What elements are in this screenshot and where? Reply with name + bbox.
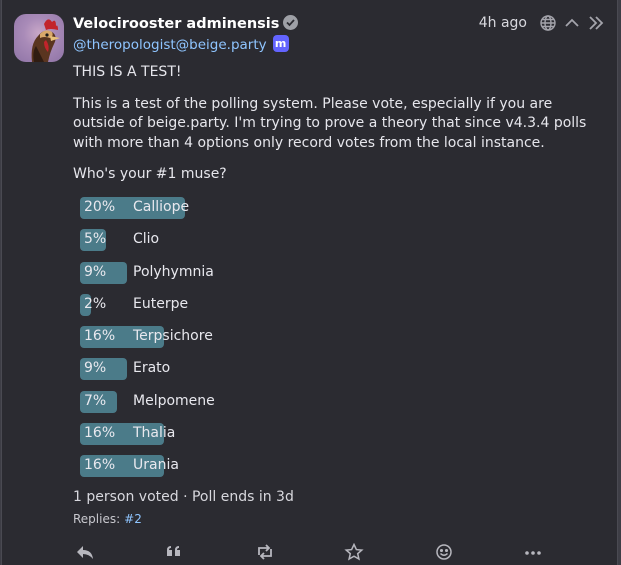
- poll-option-label: Terpsichore: [133, 328, 213, 345]
- poll-option: 16% Urania: [80, 455, 600, 478]
- poll-option-label: Melpomene: [133, 392, 215, 409]
- chevron-up-icon[interactable]: [563, 14, 581, 32]
- poll-option-percent: 7%: [84, 392, 107, 409]
- poll-option-percent: 20%: [84, 199, 116, 215]
- poll-option-label: Calliope: [133, 199, 190, 215]
- quote-icon[interactable]: [164, 543, 184, 561]
- poll-option: 16% Thalia: [80, 423, 600, 446]
- star-icon[interactable]: [344, 542, 364, 561]
- poll: 20% Calliope 5% Clio 9% Polyhymnia 2% Euterpe 16…: [80, 197, 600, 488]
- emoji-icon[interactable]: [434, 543, 454, 561]
- post-header-controls: 4h ago: [479, 14, 605, 32]
- poll-option: 9% Erato: [80, 358, 600, 381]
- poll-option: 20% Calliope: [80, 197, 600, 219]
- poll-option: 7% Melpomene: [80, 390, 600, 413]
- globe-icon[interactable]: [539, 14, 557, 32]
- poll-footer: 1 person voted · Poll ends in 3d: [73, 489, 294, 505]
- post-paragraph: THIS IS A TEST!: [73, 64, 182, 80]
- post-content: THIS IS A TEST! This is a test of the po…: [73, 63, 593, 197]
- action-bar: [2, 540, 619, 565]
- double-chevron-right-icon[interactable]: [587, 14, 605, 32]
- poll-option-label: Thalia: [133, 425, 176, 442]
- poll-option-percent: 5%: [84, 231, 107, 248]
- poll-option-label: Erato: [133, 360, 171, 377]
- post-card: Velocirooster adminensis @theropologist@…: [1, 0, 618, 565]
- account-handle[interactable]: @theropologist@beige.party m: [73, 35, 289, 53]
- poll-question: Who's your #1 muse?: [73, 166, 227, 182]
- reply-icon[interactable]: [75, 543, 95, 561]
- display-name[interactable]: Velocirooster adminensis: [73, 15, 299, 32]
- poll-option-label: Urania: [133, 457, 179, 474]
- replies-line: Replies: #2: [73, 512, 142, 526]
- poll-option: 9% Polyhymnia: [80, 261, 600, 284]
- poll-option-percent: 16%: [84, 328, 116, 345]
- replies-link[interactable]: #2: [124, 512, 142, 526]
- poll-option-label: Clio: [133, 231, 160, 248]
- poll-option: 16% Terpsichore: [80, 326, 600, 349]
- display-name-text[interactable]: Velocirooster adminensis: [73, 16, 279, 32]
- poll-option-label: Euterpe: [133, 295, 189, 312]
- poll-option-percent: 9%: [84, 263, 107, 280]
- poll-option: 2% Euterpe: [80, 293, 600, 316]
- poll-option-percent: 16%: [84, 425, 116, 442]
- poll-option-percent: 2%: [84, 295, 107, 312]
- account-handle-text[interactable]: @theropologist@beige.party: [73, 37, 267, 53]
- poll-option-percent: 16%: [84, 457, 116, 474]
- avatar[interactable]: [14, 14, 64, 62]
- post-paragraph: This is a test of the polling system. Pl…: [73, 95, 587, 151]
- boost-icon[interactable]: [255, 543, 275, 561]
- post-timestamp[interactable]: 4h ago: [479, 15, 527, 31]
- replies-label: Replies:: [73, 512, 121, 526]
- mastodon-icon: m: [272, 35, 289, 52]
- poll-option-label: Polyhymnia: [133, 263, 214, 280]
- more-icon[interactable]: [523, 543, 543, 561]
- poll-option: 5% Clio: [80, 229, 600, 252]
- poll-option-percent: 9%: [84, 360, 107, 377]
- verified-icon: [283, 15, 299, 30]
- mastodon-badge-letter: m: [274, 37, 287, 50]
